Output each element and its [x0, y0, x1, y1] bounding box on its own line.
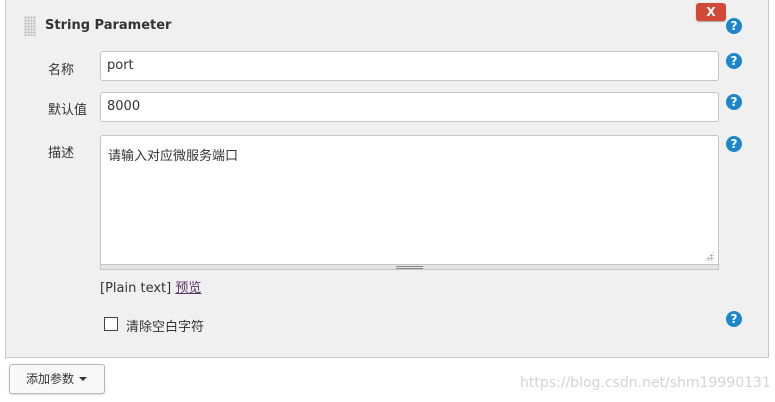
trim-help-icon[interactable]: ?	[726, 311, 742, 327]
trim-checkbox[interactable]	[104, 317, 118, 331]
trim-checkbox-label: 清除空白字符	[126, 320, 205, 335]
caret-down-icon	[79, 377, 88, 381]
format-line: [Plain text] 预览	[100, 277, 201, 296]
name-help-icon[interactable]: ?	[726, 53, 742, 69]
default-value-label: 默认值	[48, 103, 88, 118]
format-text: [Plain text]	[100, 281, 172, 296]
watermark: https://blog.csdn.net/shm19990131	[520, 375, 771, 391]
name-label: 名称	[48, 63, 75, 78]
splitter-grip-icon	[396, 266, 423, 269]
default-value-help-icon[interactable]: ?	[726, 94, 742, 110]
description-label: 描述	[48, 146, 75, 161]
drag-handle-icon[interactable]	[24, 16, 36, 36]
default-value-input[interactable]: 8000	[100, 92, 719, 122]
add-parameter-label: 添加参数	[26, 372, 75, 386]
name-input[interactable]: port	[100, 51, 719, 81]
string-parameter-panel: String Parameter X ? 名称 port ? 默认值 8000 …	[5, 0, 769, 358]
description-text: 请输入对应微服务端口	[108, 149, 239, 164]
textarea-resize-bar[interactable]	[100, 265, 719, 270]
description-help-icon[interactable]: ?	[726, 136, 742, 152]
description-textarea[interactable]: 请输入对应微服务端口	[100, 135, 719, 265]
help-icon[interactable]: ?	[726, 18, 742, 34]
delete-parameter-button[interactable]: X	[696, 3, 726, 21]
parameter-type-title: String Parameter	[45, 18, 172, 33]
add-parameter-button[interactable]: 添加参数	[9, 364, 105, 394]
preview-link[interactable]: 预览	[175, 281, 201, 296]
resize-grip-icon[interactable]	[704, 251, 714, 261]
